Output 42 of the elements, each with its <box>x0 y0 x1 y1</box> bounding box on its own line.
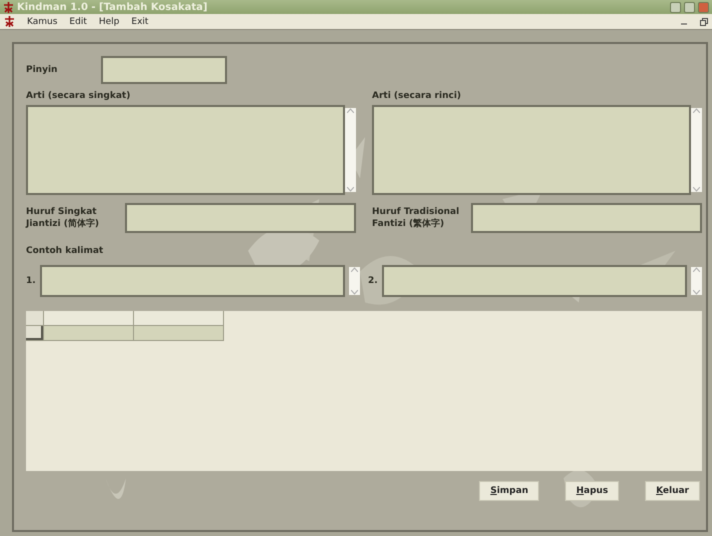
field-label: Huruf Tradisional Fantizi (繁体字) <box>372 206 460 230</box>
section-label: Contoh kalimat <box>26 245 104 257</box>
menu-item[interactable]: Kamus <box>27 16 58 26</box>
text-area[interactable] <box>26 105 345 195</box>
row-header[interactable] <box>26 326 44 341</box>
menu-item[interactable]: Help <box>98 16 120 26</box>
menu-item[interactable]: Edit <box>69 16 87 26</box>
close-button[interactable] <box>698 2 709 12</box>
field-label: 2. <box>368 275 378 287</box>
action-button[interactable]: Keluar <box>645 481 700 501</box>
input-field[interactable] <box>471 203 702 233</box>
input-field[interactable] <box>382 265 687 297</box>
app-logo-icon <box>4 16 15 27</box>
scroll-up-icon[interactable] <box>351 267 358 272</box>
field-label: Pinyin <box>26 64 58 76</box>
action-button[interactable]: Simpan <box>479 481 540 501</box>
scroll-up-icon[interactable] <box>693 108 700 113</box>
input-field[interactable] <box>40 265 345 297</box>
scrollbar[interactable] <box>349 267 360 295</box>
text-area[interactable] <box>372 105 691 195</box>
menu-item[interactable]: Exit <box>131 16 148 26</box>
scroll-up-icon[interactable] <box>693 267 700 272</box>
field-label: Huruf Singkat Jiantizi (简体字) <box>26 206 100 230</box>
minimize-button[interactable] <box>670 2 681 12</box>
action-button[interactable]: Hapus <box>565 481 620 501</box>
scrollbar[interactable] <box>691 267 702 295</box>
field-label: Arti (secara rinci) <box>372 90 462 102</box>
app-logo-icon <box>3 2 14 12</box>
scrollbar[interactable] <box>691 108 702 192</box>
window-title: Kindman 1.0 - [Tambah Kosakata] <box>17 2 208 12</box>
maximize-button[interactable] <box>684 2 695 12</box>
scroll-down-icon[interactable] <box>351 290 358 295</box>
input-field[interactable] <box>125 203 356 233</box>
scroll-down-icon[interactable] <box>693 187 700 192</box>
scroll-up-icon[interactable] <box>347 108 354 113</box>
pinyin-field[interactable] <box>101 56 228 84</box>
field-label: Arti (secara singkat) <box>26 90 132 102</box>
scroll-down-icon[interactable] <box>693 290 700 295</box>
restore-icon[interactable] <box>700 18 708 26</box>
field-label: 1. <box>26 275 36 287</box>
scroll-down-icon[interactable] <box>347 187 354 192</box>
scrollbar[interactable] <box>345 108 356 192</box>
